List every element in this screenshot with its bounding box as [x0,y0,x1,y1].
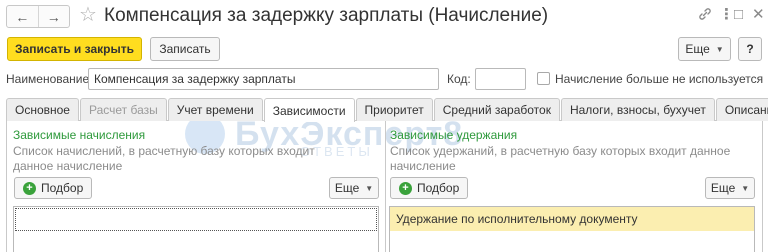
code-label: Код: [447,72,471,86]
dependent-accruals-description: Список начислений, в расчетную базу кото… [13,144,315,173]
help-button[interactable]: ? [738,37,762,61]
right-more-button[interactable]: Еще ▼ [705,177,755,199]
dependent-deductions-title: Зависимые удержания [390,128,518,142]
tab-base-calculation[interactable]: Расчет базы [79,98,167,121]
more-button[interactable]: Еще ▼ [678,37,731,61]
save-button[interactable]: Записать [150,37,220,61]
save-and-close-button[interactable]: Записать и закрыть [7,37,142,61]
chevron-down-icon: ▼ [365,183,374,193]
favorite-star-icon[interactable]: ☆ [79,4,97,26]
code-field[interactable] [475,68,526,90]
tab-strip: Основное Расчет базы Учет времени Зависи… [6,98,768,122]
tab-average-earnings[interactable]: Средний заработок [433,98,560,121]
chevron-down-icon: ▼ [741,183,750,193]
menu-dots-icon[interactable]: ⋮ [719,6,734,24]
panel-divider [385,121,386,252]
list-focus-row[interactable] [15,208,377,231]
left-pick-label: Подбор [41,181,84,195]
dependent-accruals-title: Зависимые начисления [13,128,146,142]
add-plus-icon: + [23,181,36,195]
tab-time-tracking[interactable]: Учет времени [167,98,263,121]
right-pick-label: Подбор [417,181,460,195]
navigation-buttons: ← → [6,5,70,28]
left-more-label: Еще [334,181,360,195]
tab-dependencies[interactable]: Зависимости [263,98,355,122]
maximize-icon[interactable]: □ [734,6,743,24]
table-row[interactable]: Удержание по исполнительному документу [390,207,754,231]
unused-checkbox-label: Начисление больше не используется [555,72,764,86]
dependent-deductions-description: Список удержаний, в расчетную базу котор… [390,144,731,173]
name-field[interactable]: Компенсация за задержку зарплаты [88,68,439,90]
forward-arrow-icon[interactable]: → [37,6,70,27]
link-icon[interactable] [697,6,713,27]
unused-checkbox[interactable] [537,72,550,85]
right-more-label: Еще [710,181,736,195]
tab-priority[interactable]: Приоритет [355,98,433,121]
left-pick-button[interactable]: + Подбор [14,177,93,199]
left-more-button[interactable]: Еще ▼ [329,177,379,199]
close-icon[interactable]: ✕ [752,6,765,24]
name-label: Наименование: [6,72,93,86]
chevron-down-icon: ▼ [715,44,724,54]
tab-description[interactable]: Описание [715,98,768,121]
tab-taxes-accounting[interactable]: Налоги, взносы, бухучет [560,98,715,121]
right-pick-button[interactable]: + Подбор [390,177,469,199]
back-arrow-icon[interactable]: ← [7,6,38,27]
add-plus-icon: + [399,181,412,195]
tab-main[interactable]: Основное [6,98,79,121]
window-title: Компенсация за задержку зарплаты (Начисл… [104,5,549,26]
more-button-label: Еще [685,42,710,56]
